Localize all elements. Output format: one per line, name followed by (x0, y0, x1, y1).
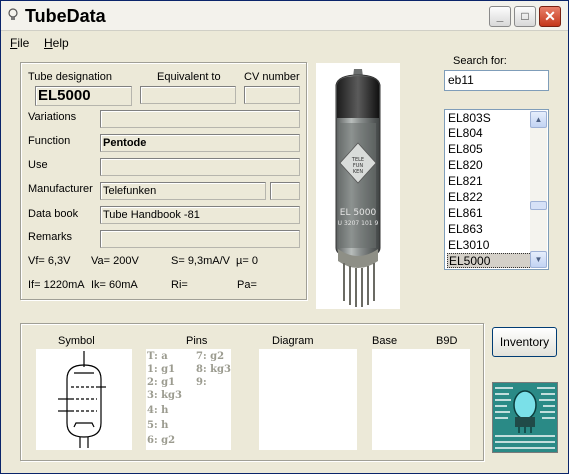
ik-value: Ik= 60mA (91, 279, 138, 291)
cv-number-field[interactable] (244, 86, 300, 104)
equivalent-header: Equivalent to (157, 71, 221, 83)
pin-entry: 5: h (147, 420, 169, 431)
app-window: TubeData _ □ ✕ File Help Tube designatio… (0, 0, 569, 474)
pin-entry: 6: g2 (147, 435, 176, 446)
cv-header: CV number (244, 71, 300, 83)
menu-help-label: elp (52, 36, 69, 50)
designation-field[interactable]: EL5000 (35, 86, 132, 106)
diagram-header: Diagram (272, 335, 314, 347)
pin-entry: 7: g2 (196, 351, 225, 362)
pin-entry: 2: g1 (147, 377, 176, 388)
scroll-up-icon[interactable]: ▲ (530, 111, 547, 128)
use-field[interactable] (100, 158, 300, 176)
results-list[interactable]: EL803S EL804 EL805 EL820 EL821 EL822 EL8… (444, 109, 549, 270)
menu-bar: File Help (1, 32, 568, 52)
glass-print-type: EL 5000 (340, 208, 377, 218)
window-title: TubeData (25, 6, 106, 26)
list-scrollbar[interactable]: ▲ ▼ (530, 111, 547, 268)
pins-box: T: a 1: g1 2: g1 3: kg3 4: h 5: h 6: g2 … (146, 349, 231, 450)
glass-print-code: U 3207 101 9 (338, 220, 379, 227)
search-input[interactable]: eb11 (444, 70, 549, 91)
ri-value: Ri= (171, 279, 188, 291)
mu-value: µ= 0 (236, 255, 258, 267)
pin-entry: 8: kg3 (196, 364, 232, 375)
menu-file-label: ile (17, 36, 30, 50)
designation-header: Tube designation (28, 71, 112, 83)
equivalent-field[interactable] (140, 86, 236, 104)
data-book-label: Data book (28, 208, 79, 220)
variations-field[interactable] (100, 110, 300, 128)
if-value: If= 1220mA (28, 279, 85, 291)
pin-entry: T: a (147, 351, 168, 362)
menu-help-accel: H (44, 36, 53, 50)
search-label: Search for: (453, 55, 507, 67)
s-value: S= 9,3mA/V (171, 255, 231, 267)
scroll-thumb[interactable] (530, 201, 547, 210)
manufacturer-extra-field[interactable] (270, 182, 300, 200)
pentode-symbol-icon (58, 351, 106, 448)
maximize-button[interactable]: □ (514, 6, 536, 27)
pin-entry: 1: g1 (147, 364, 176, 375)
menu-file[interactable]: File (10, 36, 29, 50)
tube-photo: TELE FUN KEN EL 5000 U 3207 101 9 (316, 63, 400, 309)
remarks-label: Remarks (28, 231, 73, 243)
tube-app-logo (492, 382, 558, 453)
function-label: Function (28, 135, 71, 147)
use-label: Use (28, 159, 48, 171)
minimize-button[interactable]: _ (489, 6, 511, 27)
variations-label: Variations (28, 111, 77, 123)
bulb-icon (7, 8, 19, 25)
scroll-down-icon[interactable]: ▼ (530, 251, 547, 268)
inventory-button[interactable]: Inventory (492, 327, 557, 357)
data-book-field[interactable]: Tube Handbook -81 (100, 206, 300, 224)
base-code: B9D (436, 335, 458, 347)
pa-value: Pa= (237, 279, 257, 291)
base-box (372, 349, 470, 450)
vf-value: Vf= 6,3V (28, 255, 71, 267)
pins-header: Pins (186, 335, 208, 347)
symbol-box (36, 349, 132, 450)
symbol-header: Symbol (58, 335, 95, 347)
menu-help[interactable]: Help (44, 36, 69, 50)
function-field[interactable]: Pentode (100, 134, 300, 152)
close-button[interactable]: ✕ (539, 6, 561, 27)
va-value: Va= 200V (91, 255, 139, 267)
pin-entry: 9: (196, 377, 207, 388)
pin-entry: 3: kg3 (147, 390, 183, 401)
remarks-field[interactable] (100, 230, 300, 248)
base-header: Base (372, 335, 398, 347)
manufacturer-field[interactable]: Telefunken (100, 182, 266, 200)
manufacturer-label: Manufacturer (28, 183, 93, 195)
svg-text:KEN: KEN (353, 169, 363, 175)
diagram-box (259, 349, 357, 450)
pin-entry: 4: h (147, 405, 169, 416)
title-bar: TubeData _ □ ✕ (1, 1, 568, 31)
